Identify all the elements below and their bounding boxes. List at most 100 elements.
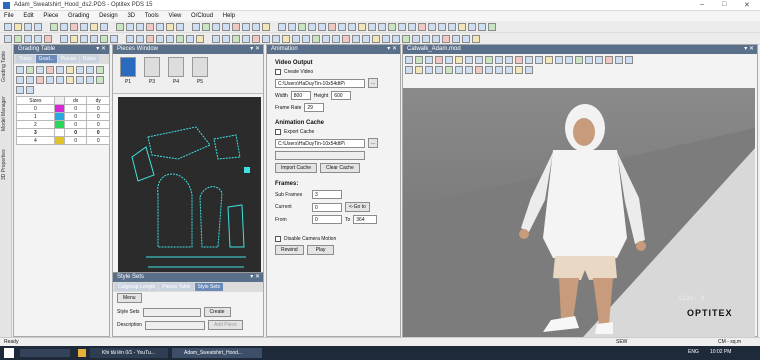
tool-icon[interactable]: [402, 34, 410, 43]
tool-icon[interactable]: [428, 22, 436, 31]
menu-view[interactable]: View: [164, 11, 185, 21]
tool-icon[interactable]: [332, 34, 340, 43]
tool-icon[interactable]: [252, 22, 260, 31]
side-tab-model-manager[interactable]: Model Manager: [1, 90, 11, 138]
piece-thumb[interactable]: P1: [119, 57, 137, 90]
description-field[interactable]: [145, 320, 206, 330]
tool-icon[interactable]: [472, 34, 480, 43]
tool-icon[interactable]: [378, 22, 386, 31]
grading-tool-icon[interactable]: [36, 76, 44, 84]
tool-icon[interactable]: [176, 22, 184, 31]
tool-icon[interactable]: [328, 22, 336, 31]
tool-icon[interactable]: [458, 22, 466, 31]
tool-icon[interactable]: [312, 34, 320, 43]
tool-icon[interactable]: [222, 22, 230, 31]
pin-icon[interactable]: ▾ ✕: [250, 273, 260, 282]
to-frame-input[interactable]: 364: [353, 215, 378, 224]
tool-icon[interactable]: [288, 22, 296, 31]
grading-tool-icon[interactable]: [56, 76, 64, 84]
browse-video-button[interactable]: ...: [368, 78, 379, 88]
pin-icon[interactable]: ▾ ✕: [387, 45, 397, 54]
tool-icon[interactable]: [418, 22, 426, 31]
grading-tool-icon[interactable]: [46, 76, 54, 84]
tool-icon[interactable]: [212, 22, 220, 31]
current-frame-input[interactable]: 0: [312, 202, 342, 212]
3d-tool-icon[interactable]: [475, 66, 483, 74]
frame-rate-input[interactable]: 29: [304, 103, 325, 112]
tool-icon[interactable]: [222, 34, 230, 43]
tool-icon[interactable]: [308, 22, 316, 31]
3d-tool-icon[interactable]: [485, 66, 493, 74]
tool-icon[interactable]: [90, 22, 98, 31]
menu-grading[interactable]: Grading: [64, 11, 93, 21]
3d-tool-icon[interactable]: [615, 56, 623, 64]
grading-tool-icon[interactable]: [56, 66, 64, 74]
3d-tool-icon[interactable]: [575, 56, 583, 64]
grading-tool-icon[interactable]: [26, 86, 34, 94]
grading-tool-icon[interactable]: [26, 76, 34, 84]
tool-icon[interactable]: [156, 22, 164, 31]
tool-icon[interactable]: [80, 34, 88, 43]
tool-icon[interactable]: [24, 34, 32, 43]
style-sets-select[interactable]: [142, 307, 201, 317]
grading-tool-icon[interactable]: [86, 76, 94, 84]
3d-tool-icon[interactable]: [525, 56, 533, 64]
tool-icon[interactable]: [302, 34, 310, 43]
3d-tool-icon[interactable]: [415, 66, 423, 74]
tool-icon[interactable]: [392, 34, 400, 43]
tool-icon[interactable]: [232, 34, 240, 43]
language-indicator[interactable]: ENG: [688, 349, 699, 355]
tool-icon[interactable]: [136, 34, 144, 43]
side-tab-grading[interactable]: Grading Table: [1, 46, 11, 86]
grading-tool-icon[interactable]: [86, 66, 94, 74]
3d-tool-icon[interactable]: [485, 56, 493, 64]
width-input[interactable]: 800: [290, 91, 311, 100]
menu-edit[interactable]: Edit: [19, 11, 37, 21]
windows-start-icon[interactable]: [4, 348, 14, 358]
tool-icon[interactable]: [60, 22, 68, 31]
table-row[interactable]: 300: [16, 128, 110, 137]
tool-icon[interactable]: [368, 22, 376, 31]
tool-icon[interactable]: [232, 22, 240, 31]
3d-tool-icon[interactable]: [445, 56, 453, 64]
3d-tool-icon[interactable]: [505, 66, 513, 74]
tab-rules[interactable]: Rules: [79, 55, 99, 63]
3d-tool-icon[interactable]: [595, 56, 603, 64]
tool-icon[interactable]: [60, 34, 68, 43]
3d-tool-icon[interactable]: [505, 56, 513, 64]
tool-icon[interactable]: [278, 22, 286, 31]
tool-icon[interactable]: [362, 34, 370, 43]
grading-tool-icon[interactable]: [76, 66, 84, 74]
3d-tool-icon[interactable]: [405, 56, 413, 64]
file-explorer-icon[interactable]: [78, 349, 86, 357]
tool-icon[interactable]: [408, 22, 416, 31]
3d-tool-icon[interactable]: [475, 56, 483, 64]
grading-tool-icon[interactable]: [46, 66, 54, 74]
browse-cache-button[interactable]: ...: [368, 138, 379, 148]
height-input[interactable]: 600: [331, 91, 352, 100]
tool-icon[interactable]: [282, 34, 290, 43]
tool-icon[interactable]: [212, 34, 220, 43]
tool-icon[interactable]: [70, 22, 78, 31]
tool-icon[interactable]: [126, 22, 134, 31]
tool-icon[interactable]: [442, 34, 450, 43]
menu-file[interactable]: File: [0, 11, 18, 21]
grading-tool-icon[interactable]: [26, 66, 34, 74]
3d-tool-icon[interactable]: [515, 56, 523, 64]
tool-icon[interactable]: [110, 34, 118, 43]
print-icon[interactable]: [34, 22, 42, 31]
grading-tool-icon[interactable]: [16, 66, 24, 74]
search-box[interactable]: [20, 349, 70, 357]
tool-icon[interactable]: [4, 34, 12, 43]
3d-tool-icon[interactable]: [425, 56, 433, 64]
menu-3d[interactable]: 3D: [123, 11, 139, 21]
menu-piece[interactable]: Piece: [39, 11, 62, 21]
3d-tool-icon[interactable]: [465, 56, 473, 64]
tool-icon[interactable]: [292, 34, 300, 43]
3d-tool-icon[interactable]: [435, 66, 443, 74]
tool-icon[interactable]: [478, 22, 486, 31]
tool-icon[interactable]: [146, 34, 154, 43]
tool-icon[interactable]: [202, 22, 210, 31]
pin-icon[interactable]: ▾ ✕: [250, 45, 260, 54]
tool-icon[interactable]: [186, 34, 194, 43]
